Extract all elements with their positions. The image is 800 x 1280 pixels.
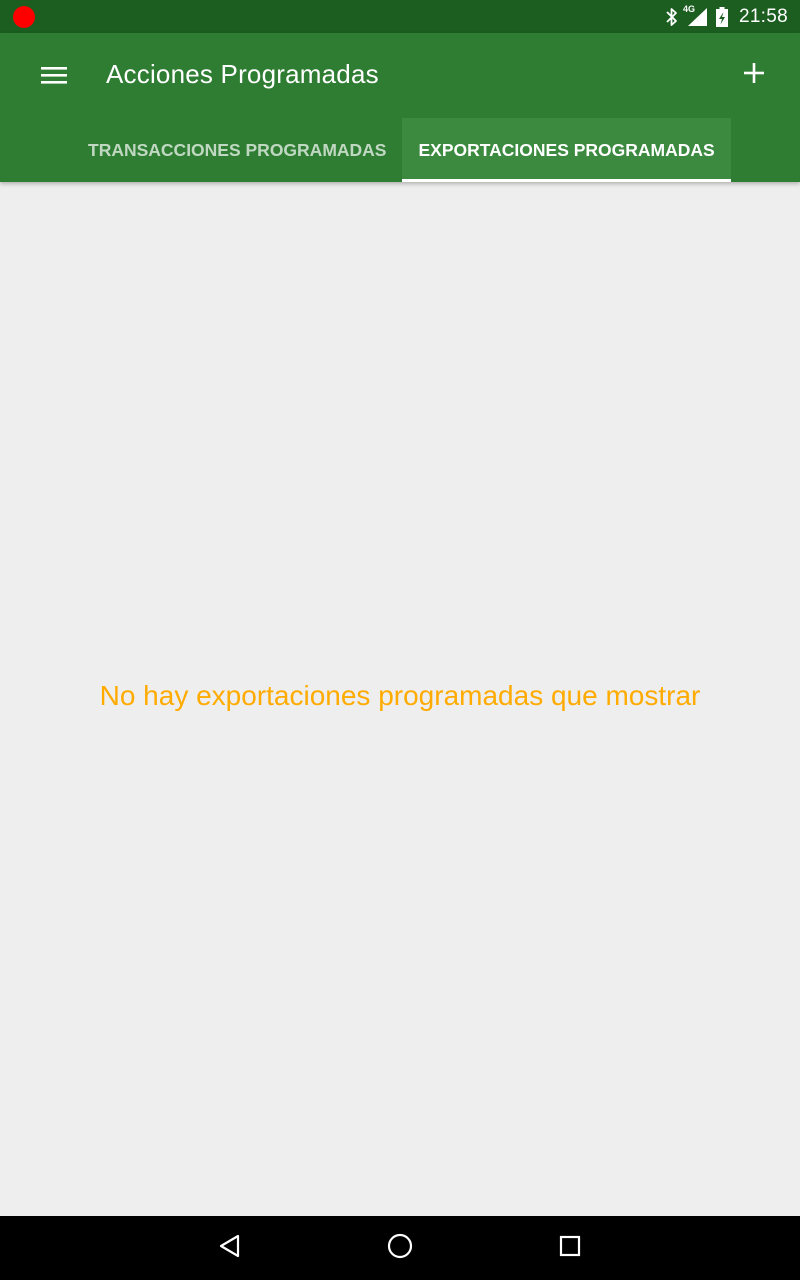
add-button[interactable] <box>730 53 778 97</box>
page-title: Acciones Programadas <box>106 59 379 89</box>
clock: 21:58 <box>738 5 788 27</box>
home-button[interactable] <box>380 1228 420 1268</box>
tab-label: TRANSACCIONES PROGRAMADAS <box>88 139 387 160</box>
status-bar: 4G 21:58 <box>0 0 800 33</box>
tab-scheduled-exports[interactable]: EXPORTACIONES PROGRAMADAS <box>402 118 731 182</box>
back-button[interactable] <box>210 1228 250 1268</box>
recording-dot-icon <box>13 6 35 28</box>
navigation-bar <box>0 1216 800 1280</box>
app-bar: Acciones Programadas TRANSACCIONES PROGR… <box>0 33 800 182</box>
tab-bar: TRANSACCIONES PROGRAMADAS EXPORTACIONES … <box>72 118 731 182</box>
status-icons: 4G 21:58 <box>665 0 788 33</box>
battery-charging-icon <box>715 6 729 28</box>
tab-scheduled-transactions[interactable]: TRANSACCIONES PROGRAMADAS <box>72 118 402 182</box>
recents-button[interactable] <box>550 1228 590 1268</box>
cell-signal-icon: 4G <box>682 3 709 27</box>
home-icon <box>386 1232 414 1265</box>
recents-icon <box>558 1234 582 1263</box>
hamburger-menu-icon <box>40 65 68 90</box>
plus-icon <box>743 62 765 89</box>
menu-button[interactable] <box>28 55 80 99</box>
empty-state-message: No hay exportaciones programadas que mos… <box>99 680 701 711</box>
bluetooth-icon <box>665 7 679 27</box>
tab-label: EXPORTACIONES PROGRAMADAS <box>418 139 715 160</box>
back-icon <box>217 1233 243 1264</box>
network-type-label: 4G <box>682 3 695 14</box>
